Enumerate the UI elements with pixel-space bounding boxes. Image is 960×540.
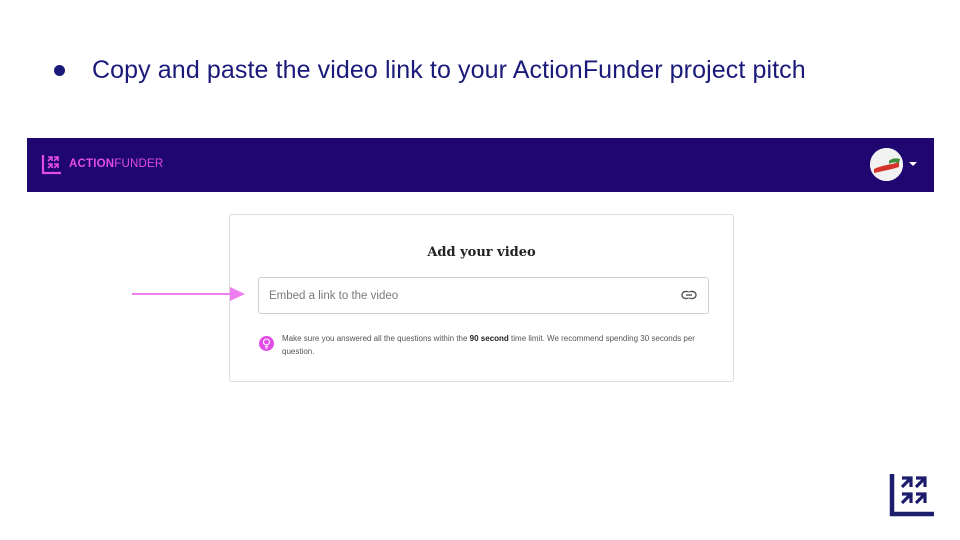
brand-logo[interactable]: ACTIONFUNDER [41, 153, 163, 175]
lightbulb-icon [259, 336, 274, 351]
pointer-arrow [132, 287, 245, 301]
actionfunder-logo-icon [889, 474, 934, 517]
brand-wordmark: ACTIONFUNDER [69, 158, 163, 170]
caret-down-icon[interactable] [909, 162, 917, 166]
card-title: Add your video [427, 245, 536, 260]
tip-text-before: Make sure you answered all the questions… [282, 334, 470, 343]
link-icon[interactable] [681, 290, 697, 300]
user-avatar[interactable] [870, 148, 903, 181]
bullet-text: Copy and paste the video link to your Ac… [92, 56, 806, 84]
avatar-image-icon [870, 148, 903, 181]
actionfunder-logo-icon [41, 155, 61, 175]
tip-text-bold: 90 second [469, 334, 509, 343]
bullet-dot [54, 65, 65, 76]
brand-light-text: FUNDER [114, 158, 164, 170]
brand-bold-text: ACTION [69, 158, 115, 170]
add-video-card: Add your video Make sure you answered al… [229, 214, 734, 382]
top-navbar: ACTIONFUNDER [27, 138, 934, 192]
tip-text: Make sure you answered all the questions… [282, 332, 702, 358]
video-link-input[interactable] [258, 277, 709, 314]
slide-bullet: Copy and paste the video link to your Ac… [52, 56, 806, 85]
app-screenshot: ACTIONFUNDER Add your video Ma [27, 138, 934, 398]
